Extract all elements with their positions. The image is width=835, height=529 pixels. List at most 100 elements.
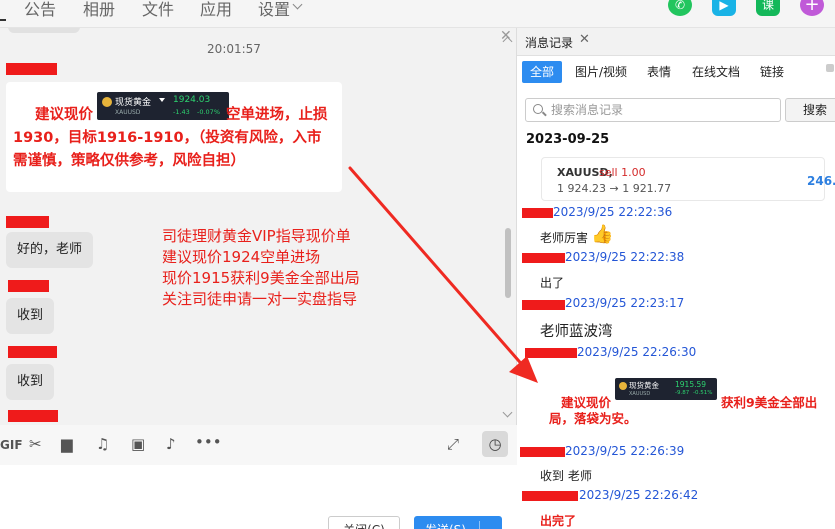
filter-docs[interactable]: 在线文档 <box>692 61 740 83</box>
gif-icon[interactable]: GIF <box>0 438 23 452</box>
folder-icon[interactable]: ▆ <box>61 435 73 453</box>
trade-share-card[interactable]: XAUUSD, sell 1.00 1 924.23 → 1 921.77 24… <box>541 157 835 201</box>
promo-line: 现价1915获利9美金全部出局 <box>162 269 360 287</box>
ticker-price: 1924.03 <box>173 95 211 105</box>
clock-icon[interactable]: ◷ <box>482 431 508 457</box>
chevron-down-icon[interactable] <box>292 0 303 10</box>
send-button-label: 发送(S) <box>425 517 466 529</box>
redacted-sender-name <box>522 208 553 218</box>
card-text-line1a: 建议现价 <box>35 107 93 123</box>
search-button[interactable]: 搜索 <box>785 98 835 122</box>
panel-scrollbar[interactable] <box>826 64 834 72</box>
nav-album[interactable]: 相册 <box>83 0 115 20</box>
chat-message-area[interactable]: ✕ 20:01:57 建议现价 现货黄金 XAUUSD 1924.03 -1.4… <box>0 28 517 425</box>
message-bubble: 收到 <box>6 298 55 334</box>
trade-profit: 246.00 <box>807 174 835 188</box>
history-search-box[interactable] <box>525 98 781 122</box>
previous-message-bubble <box>8 28 80 33</box>
scissors-icon[interactable]: ✂ <box>29 435 42 453</box>
filter-stickers[interactable]: 表情 <box>647 61 671 83</box>
ticker-name: 现货黄金 <box>115 98 152 108</box>
history-tab[interactable]: 消息记录 ✕ <box>517 28 835 56</box>
history-time: 2023/9/25 22:22:38 <box>565 250 685 264</box>
promo-line: 司徒理财黄金VIP指导现价单 <box>162 227 351 245</box>
history-card-line2: 局，落袋为安。 <box>549 411 637 426</box>
redacted-sender-name <box>8 280 49 292</box>
redacted-sender-name <box>520 447 565 457</box>
ticker-change: -9.87 <box>675 390 690 396</box>
message-input-area[interactable]: 关闭(C) 发送(S) <box>0 465 517 529</box>
promo-line: 关注司徒申请一对一实盘指导 <box>162 290 358 308</box>
redacted-sender-name <box>522 300 565 310</box>
message-bubble: 收到 <box>6 364 55 400</box>
history-time: 2023/9/25 22:26:30 <box>577 345 697 359</box>
redacted-sender-name <box>522 491 578 501</box>
ticker-symbol: XAUUSD <box>115 109 141 116</box>
gold-ticker-widget: 现货黄金 XAUUSD 1915.59 -9.87 -0.51% <box>615 378 717 400</box>
chat-toolbar: GIF ✂ ▆ ♫ ▣ ♪ ••• ⤢ ◷ <box>0 425 517 465</box>
nav-announcements[interactable]: 公告 <box>24 0 56 20</box>
ticker-percent: -0.51% <box>693 390 713 396</box>
window-mark <box>0 19 6 21</box>
send-button[interactable]: 发送(S) <box>414 516 502 529</box>
history-search-input[interactable] <box>551 101 771 119</box>
gold-ticker-widget: 现货黄金 XAUUSD 1924.03 -1.43 -0.07% <box>97 92 229 120</box>
redacted-sender-name <box>8 410 58 422</box>
thumbs-up-icon: 👍 <box>591 224 614 245</box>
redacted-sender-name <box>6 63 57 75</box>
ticker-name: 现货黄金 <box>629 381 659 390</box>
redacted-sender-name <box>8 346 57 358</box>
history-time: 2023/9/25 22:23:17 <box>565 296 685 310</box>
history-time: 2023/9/25 22:26:42 <box>579 488 699 502</box>
history-message: 老师厉害 <box>540 231 589 245</box>
redacted-sender-name <box>6 216 49 228</box>
coin-icon <box>619 382 627 390</box>
message-bubble: 好的，老师 <box>6 232 94 268</box>
close-icon[interactable]: ✕ <box>579 32 590 47</box>
top-nav-bar: 公告 相册 文件 应用 设置 ✆ ▶ 课 + <box>0 0 835 28</box>
filter-all[interactable]: 全部 <box>522 61 563 83</box>
music-icon[interactable]: ♫ <box>96 435 109 453</box>
add-app-icon[interactable]: + <box>800 0 824 16</box>
date-header: 2023-09-25 <box>526 132 610 147</box>
video-call-icon[interactable]: ▶ <box>712 0 736 16</box>
nav-settings[interactable]: 设置 <box>258 0 290 20</box>
ticker-change: -1.43 <box>173 108 190 116</box>
history-message: 收到 老师 <box>540 469 592 483</box>
close-button[interactable]: 关闭(C) <box>328 516 400 529</box>
bell-icon[interactable]: ♪ <box>166 435 176 453</box>
ticker-symbol: XAUUSD <box>629 391 651 397</box>
trade-action: sell 1.00 <box>599 166 646 179</box>
scrollbar-thumb[interactable] <box>505 228 511 298</box>
history-message: 出了 <box>540 276 565 290</box>
message-timestamp: 20:01:57 <box>207 42 261 56</box>
send-split-divider <box>479 521 480 529</box>
filter-links[interactable]: 链接 <box>760 61 784 83</box>
scroll-down-icon[interactable] <box>502 407 513 418</box>
nav-apps[interactable]: 应用 <box>200 0 232 20</box>
history-card-line1b: 获利9美金全部出 <box>721 395 818 410</box>
history-strategy-card: 建议现价 现货黄金 XAUUSD 1915.59 -9.87 -0.51% 获利… <box>537 368 823 438</box>
card-text-line2: 1930，目标1916-1910，（投资有风险，入市 <box>13 130 322 146</box>
history-message: 老师蓝波湾 <box>540 324 613 340</box>
more-icon[interactable]: ••• <box>195 433 222 451</box>
nav-files[interactable]: 文件 <box>142 0 174 20</box>
card-text-line3: 需谨慎，策略仅供参考，风险自担） <box>13 153 245 169</box>
ticker-price: 1915.59 <box>675 380 707 389</box>
redacted-sender-name <box>522 253 565 263</box>
promo-line: 建议现价1924空单进场 <box>162 248 321 266</box>
phone-icon[interactable]: ✆ <box>668 0 692 16</box>
coin-icon <box>102 97 112 107</box>
search-icon-handle <box>542 111 547 117</box>
trade-price-range: 1 924.23 → 1 921.77 <box>557 182 672 195</box>
message-history-panel: 消息记录 ✕ 全部 图片/视频 表情 在线文档 链接 搜索 2023-09-25… <box>517 28 835 529</box>
expand-icon[interactable]: ⤢ <box>447 435 459 453</box>
card-text-line1b: 空单进场，止损 <box>226 107 328 123</box>
image-icon[interactable]: ▣ <box>131 435 145 453</box>
course-icon[interactable]: 课 <box>756 0 780 16</box>
history-tab-title: 消息记录 <box>525 36 574 50</box>
filter-media[interactable]: 图片/视频 <box>575 61 627 83</box>
caret-down-icon <box>159 98 165 102</box>
history-time: 2023/9/25 22:22:36 <box>553 205 673 219</box>
history-time: 2023/9/25 22:26:39 <box>565 444 685 458</box>
